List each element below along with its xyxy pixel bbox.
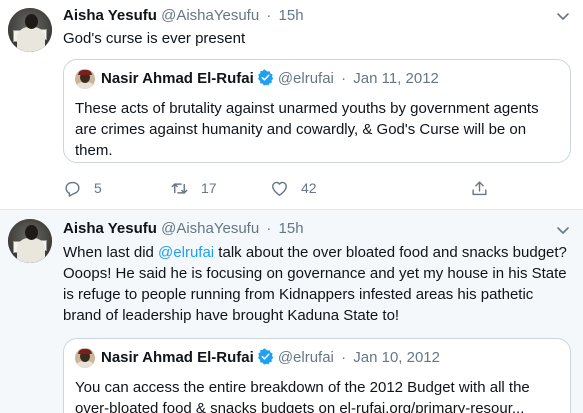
mention-link[interactable]: @elrufai [158, 244, 214, 261]
share-button[interactable] [470, 176, 489, 200]
avatar-detail [25, 225, 38, 240]
tweet-header: Aisha Yesufu @AishaYesufu · 15h [63, 219, 304, 239]
like-button[interactable]: 42 [270, 176, 317, 200]
quoted-tweet[interactable]: Nasir Ahmad El-Rufai @elrufai · Jan 10, … [63, 338, 571, 413]
avatar-detail [78, 70, 92, 75]
author-name[interactable]: Aisha Yesufu [63, 7, 157, 24]
quoted-avatar[interactable] [75, 69, 95, 89]
retweet-button[interactable]: 17 [170, 176, 217, 200]
avatar[interactable] [8, 8, 52, 52]
separator-dot: · [341, 349, 347, 366]
retweet-icon [171, 182, 188, 194]
tweet-time[interactable]: 15h [279, 7, 304, 24]
quoted-author-handle[interactable]: @elrufai [278, 349, 334, 366]
chevron-down-icon[interactable] [555, 222, 571, 238]
retweet-count: 17 [201, 180, 217, 196]
tweet-text: When last did @elrufai talk about the ov… [63, 242, 573, 326]
avatar-detail [25, 14, 38, 29]
share-icon [472, 180, 487, 195]
tweet-actions: 5 17 42 [63, 176, 523, 200]
separator-dot: · [341, 70, 347, 87]
quoted-date[interactable]: Jan 10, 2012 [353, 349, 440, 366]
avatar[interactable] [8, 219, 52, 263]
quoted-author-name[interactable]: Nasir Ahmad El-Rufai [101, 349, 254, 366]
quoted-text: You can access the entire breakdown of t… [75, 379, 530, 413]
avatar-detail [78, 349, 92, 354]
reply-button[interactable]: 5 [63, 176, 102, 200]
avatar-detail [77, 82, 93, 89]
quoted-header: Nasir Ahmad El-Rufai @elrufai · Jan 10, … [101, 347, 440, 369]
quoted-text: These acts of brutality against unarmed … [75, 100, 539, 159]
heart-icon [272, 181, 287, 196]
quoted-tweet[interactable]: Nasir Ahmad El-Rufai @elrufai · Jan 11, … [63, 59, 571, 163]
verified-badge-icon [257, 69, 274, 86]
tweet-text: God's curse is ever present [63, 30, 246, 47]
avatar-detail [17, 27, 45, 52]
tweet-text-part: When last did [63, 244, 159, 261]
quoted-avatar[interactable] [75, 348, 95, 368]
quoted-author-name[interactable]: Nasir Ahmad El-Rufai [101, 70, 254, 87]
avatar-detail [77, 361, 93, 368]
like-count: 42 [301, 180, 317, 196]
verified-badge-icon [257, 348, 274, 365]
author-handle[interactable]: @AishaYesufu [161, 220, 259, 237]
tweet[interactable]: Aisha Yesufu @AishaYesufu · 15h When las… [0, 210, 583, 413]
avatar-detail [17, 238, 45, 263]
chevron-down-icon[interactable] [555, 8, 571, 24]
separator-dot: · [266, 220, 272, 237]
quoted-date[interactable]: Jan 11, 2012 [353, 70, 439, 87]
tweet-time[interactable]: 15h [279, 220, 304, 237]
tweet-header: Aisha Yesufu @AishaYesufu · 15h [63, 6, 304, 26]
separator-dot: · [266, 7, 272, 24]
reply-count: 5 [94, 180, 102, 196]
author-name[interactable]: Aisha Yesufu [63, 220, 157, 237]
tweet[interactable]: Aisha Yesufu @AishaYesufu · 15h God's cu… [0, 0, 583, 210]
reply-icon [65, 181, 80, 197]
quoted-author-handle[interactable]: @elrufai [278, 70, 334, 87]
author-handle[interactable]: @AishaYesufu [161, 7, 259, 24]
quoted-header: Nasir Ahmad El-Rufai @elrufai · Jan 11, … [101, 68, 439, 90]
